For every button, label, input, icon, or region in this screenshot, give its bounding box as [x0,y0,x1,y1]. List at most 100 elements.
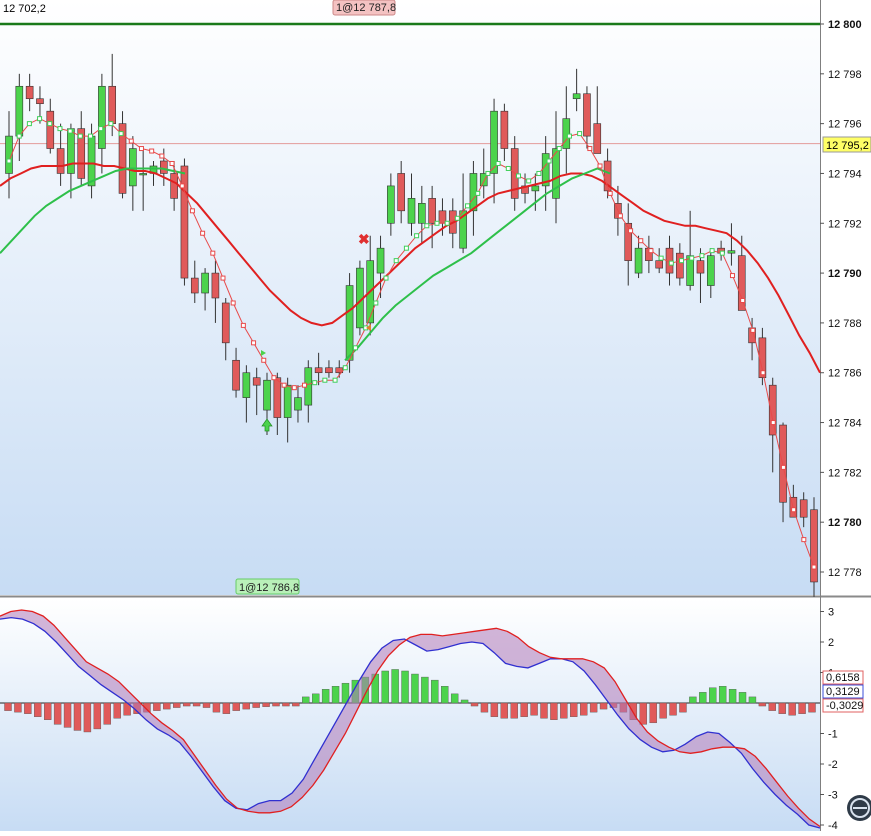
candle[interactable] [139,173,147,176]
candle[interactable] [696,260,705,274]
fast-ma-marker [261,357,267,363]
candle[interactable] [242,372,251,398]
fast-ma-marker [577,131,583,137]
candle[interactable] [418,203,426,224]
fast-ma-marker [47,121,53,127]
candle[interactable] [36,98,44,105]
candle[interactable] [160,160,168,174]
fast-ma-marker [189,208,195,214]
histogram-bar [272,702,280,707]
candle[interactable] [387,185,395,224]
fast-ma-marker [658,255,664,261]
price-axis-label: 12 800 [828,19,862,31]
histogram-bar [718,686,727,704]
fast-ma-marker [383,275,389,281]
fast-ma-marker [312,380,318,386]
fast-ma-marker [16,133,22,139]
candle[interactable] [108,85,117,124]
trading-chart: ✖ 12 800 12 798 12 796 12 794 12 792 12 790 12… [0,0,871,832]
candle[interactable] [46,110,55,149]
fast-ma-marker [88,133,94,139]
candle[interactable] [676,252,684,279]
candle[interactable] [129,148,137,187]
candle[interactable] [87,135,96,187]
candle[interactable] [727,250,736,254]
candle[interactable] [593,123,602,154]
candle[interactable] [98,85,106,149]
oscillator-panel-background [0,599,820,831]
candle[interactable] [500,110,509,149]
fast-ma-marker [607,190,613,196]
histogram-bar [292,702,300,707]
histogram-bar [113,702,121,719]
candle[interactable] [810,509,818,583]
candle[interactable] [15,85,24,137]
candle[interactable] [655,260,663,269]
candle[interactable] [252,377,261,386]
fast-ma-marker [699,253,705,259]
histogram-bar [73,702,82,731]
fast-ma-marker [628,228,634,234]
histogram-bar [421,676,429,704]
histogram-bar [490,702,499,717]
fast-ma-marker [434,220,440,226]
candle[interactable] [25,85,34,100]
candle[interactable] [56,148,65,174]
fast-ma-marker [597,163,603,169]
fast-ma-marker [169,160,175,166]
histogram-bar [669,702,677,716]
histogram-bar [391,669,399,704]
oscillator-axis-label: -3 [828,790,838,802]
candle[interactable] [531,185,540,192]
fast-ma-marker [444,220,450,226]
candle[interactable] [407,198,416,224]
candle[interactable] [263,379,271,411]
candle[interactable] [314,367,323,374]
histogram-bar [93,702,102,730]
histogram-bar [173,702,181,708]
histogram-bar [53,702,62,725]
candle[interactable] [428,198,436,224]
histogram-bar [649,702,657,724]
fast-ma-marker [403,245,409,251]
candle[interactable] [201,272,209,294]
fast-ma-marker [536,170,542,176]
fast-ma-marker [556,146,562,152]
candle[interactable] [397,173,405,212]
fast-ma-marker [179,183,185,189]
fast-ma-marker [77,133,83,139]
histogram-bar [748,696,757,704]
fast-ma-marker [98,126,104,132]
candle[interactable] [221,302,230,344]
candle[interactable] [583,93,591,137]
fast-ma-marker [780,464,786,470]
sell-order-tag[interactable]: 1@12 787,8 [336,2,396,14]
sell-signal-icon: ✖ [358,231,370,247]
candle[interactable] [706,255,715,286]
candle[interactable] [345,285,354,361]
histogram-bar [252,702,260,708]
histogram-bar [401,670,409,704]
fast-ma-marker [220,275,226,281]
candle[interactable] [325,367,333,374]
candle[interactable] [170,173,178,199]
candle[interactable] [67,128,75,174]
candle[interactable] [273,377,282,418]
candle[interactable] [634,247,643,274]
histogram-bar [302,696,310,704]
buy-order-tag[interactable]: 1@12 786,8 [239,582,299,594]
candle[interactable] [283,384,292,418]
candle[interactable] [376,247,385,274]
candle[interactable] [294,397,302,411]
candle[interactable] [180,165,189,279]
fast-ma-marker [770,420,776,426]
candle[interactable] [799,499,808,518]
histogram-bar [689,696,697,704]
fast-ma-marker [210,250,216,256]
fast-ma-marker [740,297,746,303]
fast-ma-marker [159,153,165,159]
candle[interactable] [211,272,220,299]
candle[interactable] [232,359,240,391]
candle[interactable] [190,277,199,294]
candle[interactable] [572,93,581,100]
